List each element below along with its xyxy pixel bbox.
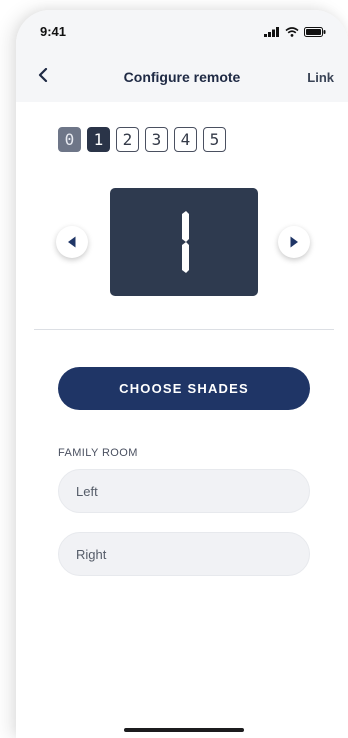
channel-2-button[interactable]: 2 xyxy=(116,127,139,152)
channel-3-button[interactable]: 3 xyxy=(145,127,168,152)
navigation-bar: Configure remote Link xyxy=(16,54,348,102)
channel-selector: 0 1 2 3 4 5 xyxy=(58,127,226,152)
battery-icon xyxy=(304,27,326,37)
status-icons xyxy=(264,27,326,37)
status-time: 9:41 xyxy=(40,24,67,39)
home-indicator xyxy=(124,728,244,732)
triangle-left-icon xyxy=(68,236,76,248)
channel-0-button[interactable]: 0 xyxy=(58,127,81,152)
shade-item-right[interactable]: Right xyxy=(58,532,310,576)
signal-icon xyxy=(264,27,279,37)
triangle-right-icon xyxy=(290,236,298,248)
shade-item-left[interactable]: Left xyxy=(58,469,310,513)
wifi-icon xyxy=(285,27,299,37)
room-heading: FAMILY ROOM xyxy=(58,447,138,459)
seven-segment-digit xyxy=(182,211,189,273)
channel-1-button[interactable]: 1 xyxy=(87,127,110,152)
next-channel-button[interactable] xyxy=(278,226,310,258)
page-title: Configure remote xyxy=(123,69,241,85)
phone-screen: 9:41 Configure remote Link 0 1 2 3 4 5 C… xyxy=(16,10,348,738)
divider xyxy=(34,329,334,330)
link-button[interactable]: Link xyxy=(307,70,334,85)
channel-5-button[interactable]: 5 xyxy=(203,127,226,152)
channel-4-button[interactable]: 4 xyxy=(174,127,197,152)
previous-channel-button[interactable] xyxy=(56,226,88,258)
status-bar: 9:41 xyxy=(16,10,348,54)
choose-shades-button[interactable]: CHOOSE SHADES xyxy=(58,367,310,410)
channel-display: 1 xyxy=(110,188,258,296)
